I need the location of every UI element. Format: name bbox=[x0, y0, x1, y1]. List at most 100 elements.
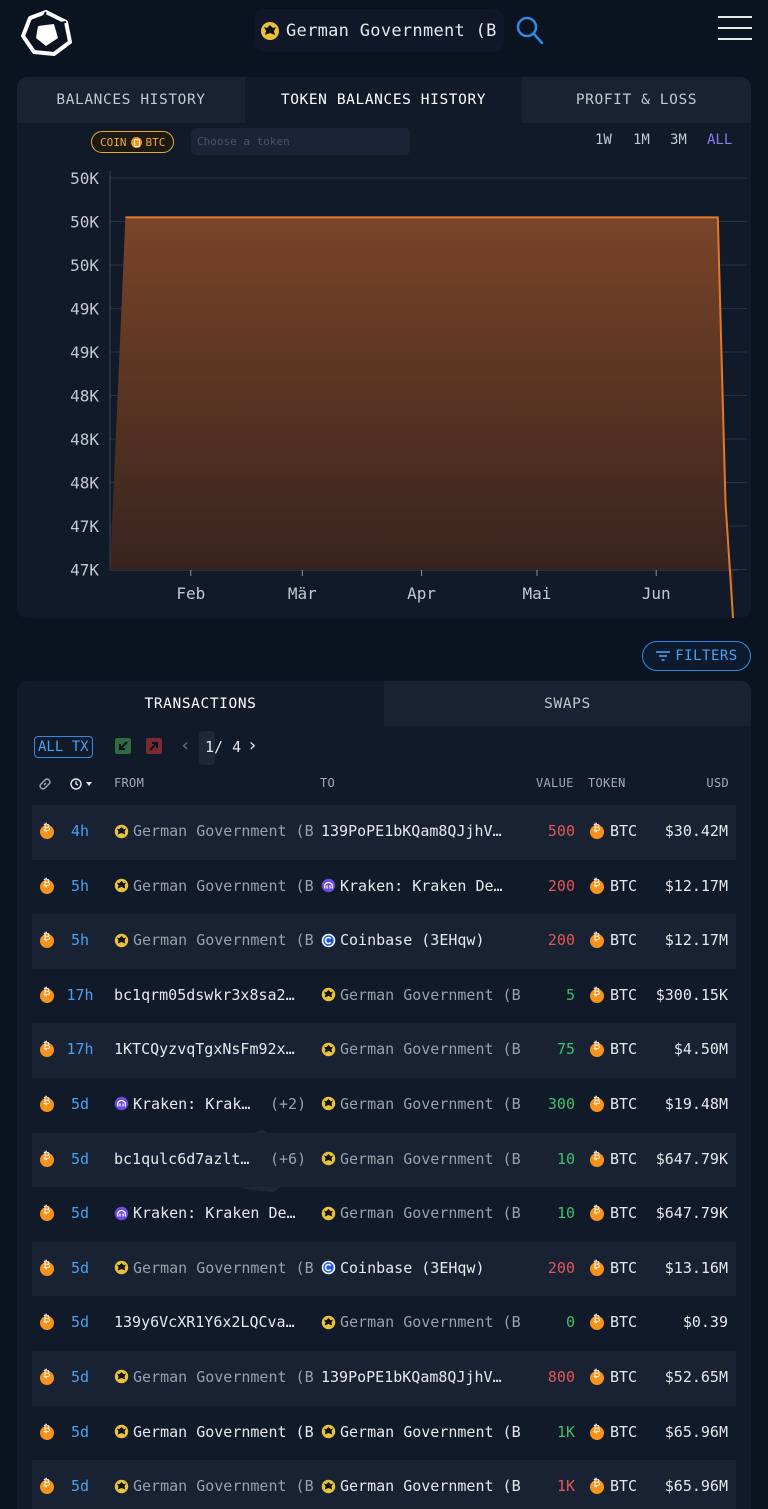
tab-swaps[interactable]: SWAPS bbox=[384, 681, 751, 726]
tx-time[interactable]: 5h bbox=[56, 931, 104, 949]
filters-button[interactable]: FILTERS bbox=[642, 641, 751, 671]
tx-to[interactable]: German Government (B bbox=[321, 1313, 521, 1331]
tx-time[interactable]: 5d bbox=[56, 1313, 104, 1331]
menu-icon[interactable] bbox=[718, 16, 752, 44]
table-row[interactable]: 5d German Government (B Coinbase (3EHqw) 20… bbox=[32, 1241, 736, 1297]
tx-to[interactable]: Coinbase (3EHqw) bbox=[321, 931, 521, 949]
all-tx-filter[interactable]: ALL TX bbox=[34, 736, 93, 758]
table-row[interactable]: 5d German Government (B German Government … bbox=[32, 1406, 736, 1461]
tx-from[interactable]: 139y6VcXR1Y6x2LQCva… bbox=[114, 1313, 322, 1331]
token-btc-icon bbox=[590, 1478, 604, 1495]
tx-from-label: German Government (B bbox=[133, 1258, 314, 1277]
tx-to-label: Coinbase (3EHqw) bbox=[340, 1258, 485, 1277]
tx-to[interactable]: German Government (B bbox=[321, 1095, 521, 1113]
pager-next-icon[interactable]: › bbox=[247, 735, 258, 756]
table-row[interactable]: 17h bc1qrm05dswkr3x8sa2… German Government… bbox=[32, 969, 736, 1024]
tx-from[interactable]: German Government (B bbox=[114, 1368, 322, 1386]
chain-btc-icon bbox=[40, 932, 54, 949]
tx-to[interactable]: German Government (B bbox=[321, 1150, 521, 1168]
tx-to[interactable]: German Government (B bbox=[321, 1423, 521, 1441]
table-row[interactable]: 5d 139y6VcXR1Y6x2LQCva… German Government … bbox=[32, 1296, 736, 1351]
tx-time[interactable]: 5d bbox=[56, 1477, 104, 1495]
tx-time[interactable]: 5d bbox=[56, 1423, 104, 1441]
german-eagle-icon bbox=[114, 1261, 129, 1275]
tx-time[interactable]: 5d bbox=[56, 1095, 104, 1113]
incoming-filter-icon[interactable] bbox=[115, 738, 131, 754]
clock-sort-icon[interactable] bbox=[70, 777, 96, 791]
table-row[interactable]: 5h German Government (B Kraken: Kraken De…… bbox=[32, 860, 736, 915]
arkham-logo-icon[interactable] bbox=[20, 10, 72, 56]
tx-from[interactable]: German Government (B bbox=[114, 822, 322, 840]
tx-from[interactable]: German Government (B bbox=[114, 1477, 322, 1495]
tx-from[interactable]: German Government (B bbox=[114, 1259, 322, 1277]
tx-usd: $65.96M bbox=[664, 1422, 728, 1441]
coin-badge[interactable]: COIN BTC bbox=[91, 131, 175, 153]
german-eagle-icon bbox=[321, 1479, 336, 1493]
table-row[interactable]: 5d German Government (B 139PoPE1bKQam8QJjh… bbox=[32, 1350, 736, 1406]
german-eagle-icon bbox=[114, 1424, 129, 1439]
table-row[interactable]: 5d Kraken: Kraken De… German Government (B… bbox=[32, 1187, 736, 1242]
tx-value: 200 bbox=[547, 1258, 575, 1277]
tx-from[interactable]: German Government (B bbox=[114, 931, 322, 949]
coin-badge-prefix: COIN bbox=[100, 135, 127, 149]
table-row[interactable]: 5h German Government (B Coinbase (3EHqw) 20… bbox=[32, 914, 736, 969]
table-row[interactable]: 5d bc1qulc6d7azlt… (+6) German Government (… bbox=[32, 1132, 736, 1188]
table-row[interactable]: 4h German Government (B 139PoPE1bKQam8QJjh… bbox=[32, 805, 736, 860]
tx-usd: $12.17M bbox=[664, 931, 728, 950]
german-eagle-icon bbox=[114, 1370, 129, 1384]
range-1w[interactable]: 1W bbox=[595, 132, 612, 148]
tx-from[interactable]: Kraken: Krak… (+2) bbox=[114, 1095, 322, 1113]
kraken-icon bbox=[114, 1097, 129, 1111]
tx-to[interactable]: German Government (B bbox=[321, 1204, 521, 1222]
tx-time[interactable]: 17h bbox=[56, 986, 104, 1004]
tx-to[interactable]: Coinbase (3EHqw) bbox=[321, 1259, 521, 1277]
token-btc-icon bbox=[590, 932, 604, 949]
tx-time[interactable]: 5d bbox=[56, 1150, 104, 1168]
token-search-input[interactable] bbox=[191, 128, 410, 155]
tx-usd: $647.79K bbox=[655, 1204, 728, 1223]
tx-value: 200 bbox=[547, 931, 575, 950]
tx-to[interactable]: German Government (B bbox=[321, 1477, 521, 1495]
filter-icon bbox=[656, 651, 671, 661]
tx-to-label: German Government (B bbox=[340, 1422, 521, 1441]
y-tick-label: 50K bbox=[70, 213, 99, 232]
tx-time[interactable]: 4h bbox=[56, 822, 104, 840]
tx-to[interactable]: German Government (B bbox=[321, 1040, 521, 1058]
btc-icon bbox=[130, 136, 142, 148]
tx-from[interactable]: bc1qulc6d7azlt… (+6) bbox=[114, 1150, 322, 1168]
pager-prev-icon[interactable]: ‹ bbox=[180, 735, 191, 756]
tx-from[interactable]: bc1qrm05dswkr3x8sa2… bbox=[114, 986, 322, 1004]
tx-token: BTC bbox=[610, 1040, 638, 1059]
tx-token: BTC bbox=[610, 1094, 638, 1113]
tx-to[interactable]: Kraken: Kraken De… bbox=[321, 877, 521, 895]
x-tick-label: Feb bbox=[176, 584, 205, 603]
tx-to[interactable]: German Government (B bbox=[321, 986, 521, 1004]
tx-time[interactable]: 5h bbox=[56, 877, 104, 895]
tx-to[interactable]: 139PoPE1bKQam8QJjhV… bbox=[321, 822, 521, 840]
tx-to-label: 139PoPE1bKQam8QJjhV… bbox=[321, 822, 502, 840]
chain-btc-icon bbox=[40, 1314, 54, 1331]
table-row[interactable]: 5d German Government (B German Government … bbox=[32, 1460, 736, 1509]
tx-usd: $4.50M bbox=[673, 1040, 728, 1059]
search-field[interactable]: German Government (B bbox=[254, 9, 504, 52]
outgoing-filter-icon[interactable] bbox=[146, 738, 162, 754]
tx-from[interactable]: Kraken: Kraken De… bbox=[114, 1204, 322, 1222]
tx-time[interactable]: 5d bbox=[56, 1368, 104, 1386]
search-icon[interactable] bbox=[514, 14, 544, 46]
range-1m[interactable]: 1M bbox=[633, 132, 650, 148]
table-row[interactable]: 5d Kraken: Krak… (+2) German Government (B 3… bbox=[32, 1078, 736, 1133]
range-all[interactable]: ALL bbox=[707, 132, 732, 148]
tx-from[interactable]: German Government (B bbox=[114, 1423, 322, 1441]
tx-time[interactable]: 5d bbox=[56, 1204, 104, 1222]
tx-time[interactable]: 5d bbox=[56, 1259, 104, 1277]
tx-from-label: bc1qrm05dswkr3x8sa2… bbox=[114, 985, 295, 1004]
tx-from[interactable]: 1KTCQyzvqTgxNsFm92x… bbox=[114, 1040, 322, 1058]
table-row[interactable]: 17h 1KTCQyzvqTgxNsFm92x… German Government… bbox=[32, 1023, 736, 1078]
range-3m[interactable]: 3M bbox=[670, 132, 687, 148]
col-token: TOKEN bbox=[588, 776, 626, 790]
tx-to[interactable]: 139PoPE1bKQam8QJjhV… bbox=[321, 1368, 521, 1386]
tab-transactions[interactable]: TRANSACTIONS bbox=[17, 681, 384, 726]
tx-from[interactable]: German Government (B bbox=[114, 877, 322, 895]
tx-time[interactable]: 17h bbox=[56, 1040, 104, 1058]
y-tick-label: 50K bbox=[70, 169, 99, 188]
